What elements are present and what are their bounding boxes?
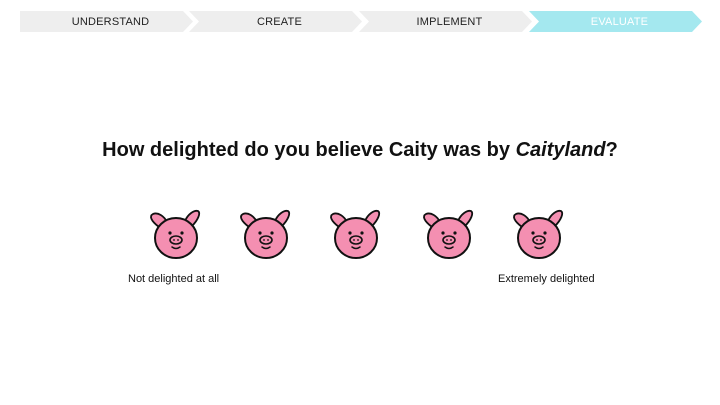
rating-option-3[interactable] <box>327 205 383 261</box>
rating-option-2[interactable] <box>237 205 293 261</box>
step-evaluate[interactable]: EVALUATE <box>529 11 702 32</box>
scale-max-label: Extremely delighted <box>498 273 595 285</box>
pig-face-icon <box>240 209 291 259</box>
pig-face-icon <box>423 209 474 259</box>
step-label: UNDERSTAND <box>71 15 150 28</box>
pig-face-icon <box>513 209 564 259</box>
step-label: CREATE <box>256 15 302 28</box>
step-create[interactable]: CREATE <box>189 11 362 32</box>
question-emphasis: Caityland <box>515 139 606 161</box>
rating-option-5[interactable] <box>510 205 566 261</box>
rating-option-1[interactable] <box>147 205 203 261</box>
pig-face-icon <box>150 209 201 259</box>
step-implement[interactable]: IMPLEMENT <box>359 11 532 32</box>
progress-steps: UNDERSTAND CREATE IMPLEMENT EVALUATE <box>20 11 702 32</box>
question-title: How delighted do you believe Caity was b… <box>0 139 720 162</box>
scale-min-label: Not delighted at all <box>128 273 220 285</box>
question-prefix: How delighted do you believe Caity was b… <box>102 139 516 161</box>
step-label: IMPLEMENT <box>416 15 483 28</box>
step-understand[interactable]: UNDERSTAND <box>20 11 193 32</box>
rating-option-4[interactable] <box>420 205 476 261</box>
question-suffix: ? <box>605 139 618 161</box>
step-label: EVALUATE <box>590 15 649 28</box>
pig-face-icon <box>330 209 381 259</box>
